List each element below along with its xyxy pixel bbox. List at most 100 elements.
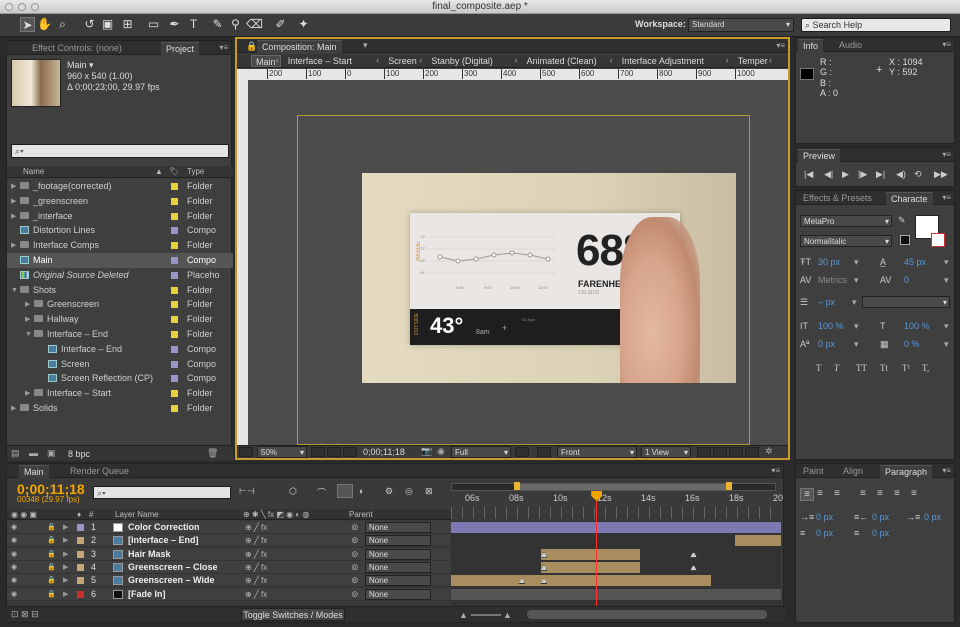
puppet-pin-tool-icon[interactable]: ✦	[296, 17, 311, 32]
audio-icon[interactable]: ◀)	[896, 169, 906, 180]
work-area-bar[interactable]	[451, 507, 781, 519]
layer-row[interactable]: ◉ 🔒 ▶ 3 Hair Mask ⊕ ╱ fx ⊚ None	[7, 547, 456, 561]
shy-icon[interactable]: ⌒	[317, 486, 326, 499]
pickwhip-icon[interactable]: ⊚	[351, 588, 359, 601]
chevron-down-icon[interactable]: ▾	[944, 339, 949, 350]
space-before-value[interactable]: 0 px	[816, 528, 833, 538]
clone-stamp-tool-icon[interactable]: ⚲	[228, 17, 243, 32]
layer-name[interactable]: Hair Mask	[128, 548, 171, 561]
new-folder-icon[interactable]: ▬	[29, 448, 38, 458]
chevron-down-icon[interactable]: ▾	[854, 275, 859, 286]
layer-switches-icon[interactable]: ⊕ ╱ fx	[245, 574, 267, 587]
layer-name[interactable]: Color Correction	[128, 521, 200, 534]
eraser-tool-icon[interactable]: ⌫	[246, 17, 263, 32]
font-size-value[interactable]: 30 px	[818, 257, 840, 267]
layer-duration-bar[interactable]	[541, 548, 641, 560]
tab-align[interactable]: Align	[838, 465, 868, 478]
chevron-down-icon[interactable]: ▾	[363, 40, 368, 51]
justify-center-icon[interactable]: ≡	[877, 488, 883, 499]
lock-icon[interactable]: 🔒	[47, 521, 56, 534]
expand-toggle-icon[interactable]: ▶	[11, 179, 19, 194]
flow-tab[interactable]: Screen	[384, 55, 421, 67]
first-line-indent-value[interactable]: 0 px	[924, 512, 941, 522]
label-color-swatch[interactable]	[171, 257, 178, 264]
label-column-icon[interactable]: 🏷	[169, 166, 179, 178]
project-item[interactable]: Screen Reflection (CP) Compo	[7, 371, 233, 386]
tsume-value[interactable]: 0 %	[904, 339, 920, 349]
toggle-pixel-aspect-icon[interactable]	[697, 447, 711, 457]
align-center-icon[interactable]: ≡	[817, 488, 823, 499]
font-family-dropdown[interactable]: MetaPro ▾	[800, 215, 892, 227]
expand-toggle-icon[interactable]: ▶	[11, 209, 19, 224]
col-type[interactable]: Type	[187, 166, 204, 178]
label-icon[interactable]: ♦	[77, 509, 81, 520]
comp-timecode[interactable]: 0;00;11;18	[363, 447, 405, 457]
faux-bold-button[interactable]: T	[816, 363, 822, 373]
faux-italic-button[interactable]: T	[834, 363, 839, 373]
tab-project[interactable]: Project	[161, 42, 200, 55]
timeline-search-input[interactable]: ⌕▾	[93, 486, 231, 499]
col-parent[interactable]: Parent	[349, 509, 373, 520]
tab-info[interactable]: Info	[798, 39, 824, 52]
label-color-swatch[interactable]	[171, 405, 178, 412]
layer-name[interactable]: Greenscreen – Close	[128, 561, 218, 574]
layer-switches-icon[interactable]: ⊕ ╱ fx	[245, 548, 267, 561]
motion-blur-icon[interactable]: ◐	[359, 486, 364, 496]
layer-track-area[interactable]	[451, 521, 781, 606]
layer-label-swatch[interactable]	[77, 590, 84, 598]
previous-frame-icon[interactable]: ◀|	[824, 169, 833, 180]
visibility-eye-icon[interactable]: ◉	[11, 521, 17, 534]
layer-row[interactable]: ◉ 🔒 ▶ 5 Greenscreen – Wide ⊕ ╱ fx ⊚ None	[7, 574, 456, 588]
chevron-down-icon[interactable]: ▾	[854, 321, 859, 332]
flow-tab[interactable]: Stanby (Digital)	[427, 55, 497, 67]
project-item[interactable]: Interface – End Compo	[7, 342, 233, 357]
zoom-out-icon[interactable]: ▲	[459, 610, 468, 620]
layer-row[interactable]: ◉ 🔒 ▶ 6 [Fade In] ⊕ ╱ fx ⊚ None	[7, 587, 456, 601]
all-caps-button[interactable]: TT	[856, 363, 867, 373]
tab-paint[interactable]: Paint	[798, 465, 829, 478]
label-color-swatch[interactable]	[171, 360, 178, 368]
visibility-eye-icon[interactable]: ◉	[11, 588, 17, 601]
tab-main-timeline[interactable]: Main	[19, 465, 49, 478]
tab-paragraph[interactable]: Paragraph	[880, 465, 933, 478]
expand-layer-icon[interactable]: ▶	[63, 534, 68, 547]
workspace-dropdown[interactable]: Standard ▾	[688, 18, 794, 32]
layer-switches-icon[interactable]: ⊕ ╱ fx	[245, 534, 267, 547]
layer-duration-bar[interactable]	[734, 535, 781, 547]
auto-keyframe-icon[interactable]: ⊠	[425, 486, 433, 497]
next-frame-icon[interactable]: |▶	[858, 169, 867, 180]
project-item[interactable]: ▼ Interface – End Folder	[7, 327, 233, 342]
project-item[interactable]: ▶ Greenscreen Folder	[7, 297, 233, 312]
first-frame-icon[interactable]: |◀	[804, 169, 813, 180]
brainstorm-icon[interactable]: ⚙	[385, 486, 393, 497]
project-item[interactable]: Main Compo	[7, 253, 233, 268]
av-features-icon[interactable]: ◉ ◉ ▣	[11, 509, 37, 520]
panel-menu-icon[interactable]: ▾≡	[942, 150, 951, 159]
chevron-down-icon[interactable]: ▾	[944, 257, 949, 268]
zoom-tool-icon[interactable]: ⌕	[55, 17, 70, 32]
color-channel-icon[interactable]: ◉	[437, 446, 445, 457]
brush-tool-icon[interactable]: ✎	[210, 17, 225, 32]
project-item[interactable]: ▶ Interface Comps Folder	[7, 238, 233, 253]
panel-menu-icon[interactable]: ▾≡	[776, 41, 785, 50]
pan-behind-tool-icon[interactable]: ⊞	[120, 17, 135, 32]
navigator-range[interactable]	[517, 484, 727, 490]
lock-icon[interactable]: 🔒	[47, 548, 56, 561]
timeline-icon[interactable]	[729, 447, 743, 457]
expand-toggle-icon[interactable]: ▶	[11, 238, 19, 253]
chevron-down-icon[interactable]: ▾	[854, 339, 859, 350]
justify-left-icon[interactable]: ≡	[860, 488, 866, 499]
parent-dropdown[interactable]: None	[365, 535, 431, 547]
expand-toggle-icon[interactable]: ▶	[25, 386, 33, 401]
eyedropper-icon[interactable]: ✎	[898, 215, 906, 226]
timeline-zoom-slider[interactable]	[471, 614, 501, 616]
align-left-icon[interactable]: ≡	[800, 488, 814, 501]
flow-tab[interactable]: Animated (Clean)	[523, 55, 601, 67]
tab-render-queue[interactable]: Render Queue	[65, 465, 134, 478]
project-search-input[interactable]: ⌕▾	[11, 144, 229, 158]
label-color-swatch[interactable]	[171, 331, 178, 338]
region-of-interest-icon[interactable]	[343, 447, 357, 457]
col-layer-name[interactable]: Layer Name	[115, 509, 159, 520]
transparency-grid-icon[interactable]	[537, 447, 551, 457]
layer-row[interactable]: ◉ 🔒 ▶ 4 Greenscreen – Close ⊕ ╱ fx ⊚ None	[7, 560, 456, 574]
